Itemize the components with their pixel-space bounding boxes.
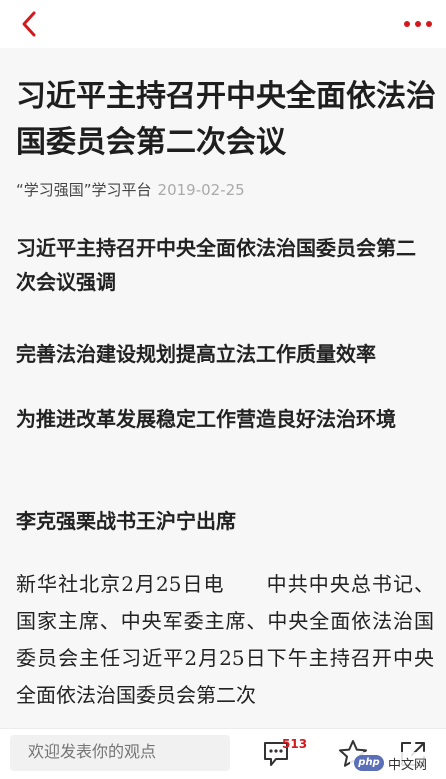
comment-input[interactable] <box>10 735 230 771</box>
back-button[interactable] <box>14 8 46 40</box>
comment-count-badge: 513 <box>282 737 308 751</box>
watermark-text: 中文网 <box>388 758 428 773</box>
article-subhead: 习近平主持召开中央全面依法治国委员会第二次会议强调 <box>16 236 416 294</box>
watermark: php 中文网 <box>350 752 440 774</box>
top-bar <box>0 0 446 48</box>
article-source: “学习强国”学习平台 <box>16 181 152 199</box>
article-meta: “学习强国”学习平台 2019-02-25 <box>16 180 245 200</box>
article-subhead: 李克强栗战书王沪宁出席 <box>16 509 236 533</box>
article-content: 习近平主持召开中央全面依法治国委员会第二次会议 “学习强国”学习平台 2019-0… <box>0 48 446 728</box>
chevron-left-icon <box>22 11 36 37</box>
article-subhead: 完善法治建设规划提高立法工作质量效率 <box>16 342 376 366</box>
article-date: 2019-02-25 <box>157 181 245 199</box>
more-dots-icon <box>404 21 432 27</box>
article-title: 习近平主持召开中央全面依法治国委员会第二次会议 <box>16 79 436 160</box>
article-subhead: 为推进改革发展稳定工作营造良好法治环境 <box>16 407 396 431</box>
more-options-button[interactable] <box>400 8 436 40</box>
watermark-logo: php <box>354 755 384 771</box>
article-body: 新华社北京2月25日电 中共中央总书记、国家主席、中央军委主席、中央全面依法治国… <box>16 572 434 707</box>
